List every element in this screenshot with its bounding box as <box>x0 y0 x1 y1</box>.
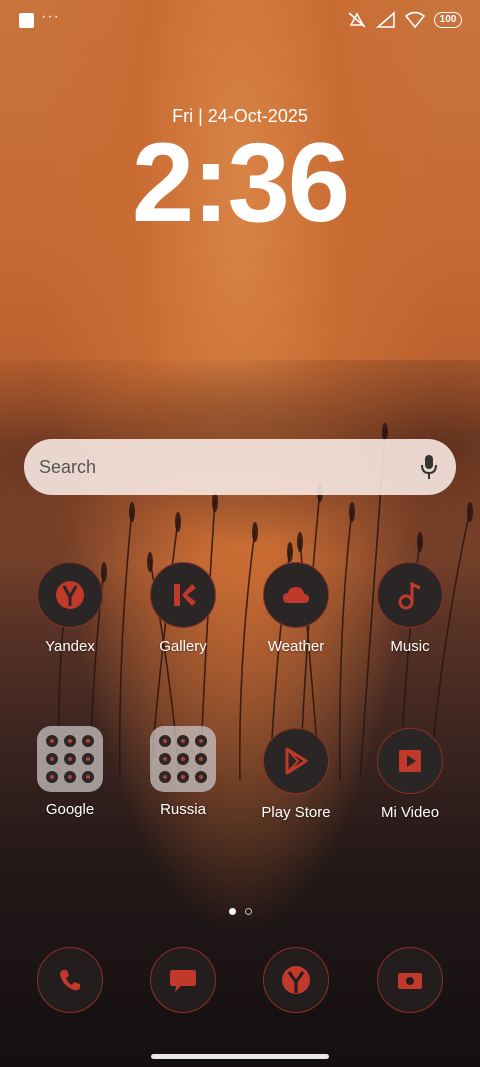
home-gesture-bar[interactable] <box>151 1054 329 1059</box>
browser-icon <box>263 947 329 1013</box>
folder-russia[interactable]: Russia <box>135 726 231 818</box>
dock-messages[interactable] <box>135 947 231 1013</box>
app-gallery[interactable]: Gallery <box>135 562 231 655</box>
search-placeholder: Search <box>39 457 97 477</box>
mic-icon[interactable] <box>420 454 438 480</box>
square-notification-icon <box>19 13 34 28</box>
battery-icon: 100 <box>434 12 462 28</box>
signal-icon <box>376 11 395 28</box>
play-store-icon <box>263 728 329 794</box>
app-label: Russia <box>160 801 206 818</box>
status-bar: ··· 100 <box>0 0 480 40</box>
weather-icon <box>263 562 329 628</box>
app-label: Music <box>390 638 430 655</box>
app-label: Weather <box>267 638 325 655</box>
folder-google[interactable]: Google <box>22 726 118 818</box>
app-label: Gallery <box>159 638 207 655</box>
folder-icon <box>150 726 216 792</box>
dock-camera[interactable] <box>362 947 458 1013</box>
gallery-icon <box>150 562 216 628</box>
folder-icon <box>37 726 103 792</box>
app-label: Play Store <box>261 804 331 821</box>
dock-phone[interactable] <box>22 947 118 1013</box>
search-bar[interactable]: Search <box>24 439 456 495</box>
dock-browser[interactable] <box>248 947 344 1013</box>
camera-icon <box>377 947 443 1013</box>
app-label: Mi Video <box>380 804 440 821</box>
app-weather[interactable]: Weather <box>248 562 344 655</box>
phone-icon <box>37 947 103 1013</box>
yandex-icon <box>37 562 103 628</box>
app-music[interactable]: Music <box>362 562 458 655</box>
vibrate-off-icon <box>348 12 366 28</box>
music-icon <box>377 562 443 628</box>
more-dots-icon: ··· <box>41 8 60 25</box>
app-label: Google <box>45 801 95 818</box>
page-indicator <box>0 908 480 915</box>
app-label: Yandex <box>45 638 95 655</box>
page-dot-active <box>228 908 236 915</box>
app-mi-video[interactable]: Mi Video <box>362 728 458 821</box>
wifi-icon <box>405 11 425 29</box>
app-play-store[interactable]: Play Store <box>248 728 344 821</box>
mi-video-icon <box>377 728 443 794</box>
page-dot <box>244 908 252 915</box>
lockscreen-time[interactable]: 2:36 <box>0 118 480 247</box>
app-yandex[interactable]: Yandex <box>22 562 118 655</box>
messages-icon <box>150 947 216 1013</box>
